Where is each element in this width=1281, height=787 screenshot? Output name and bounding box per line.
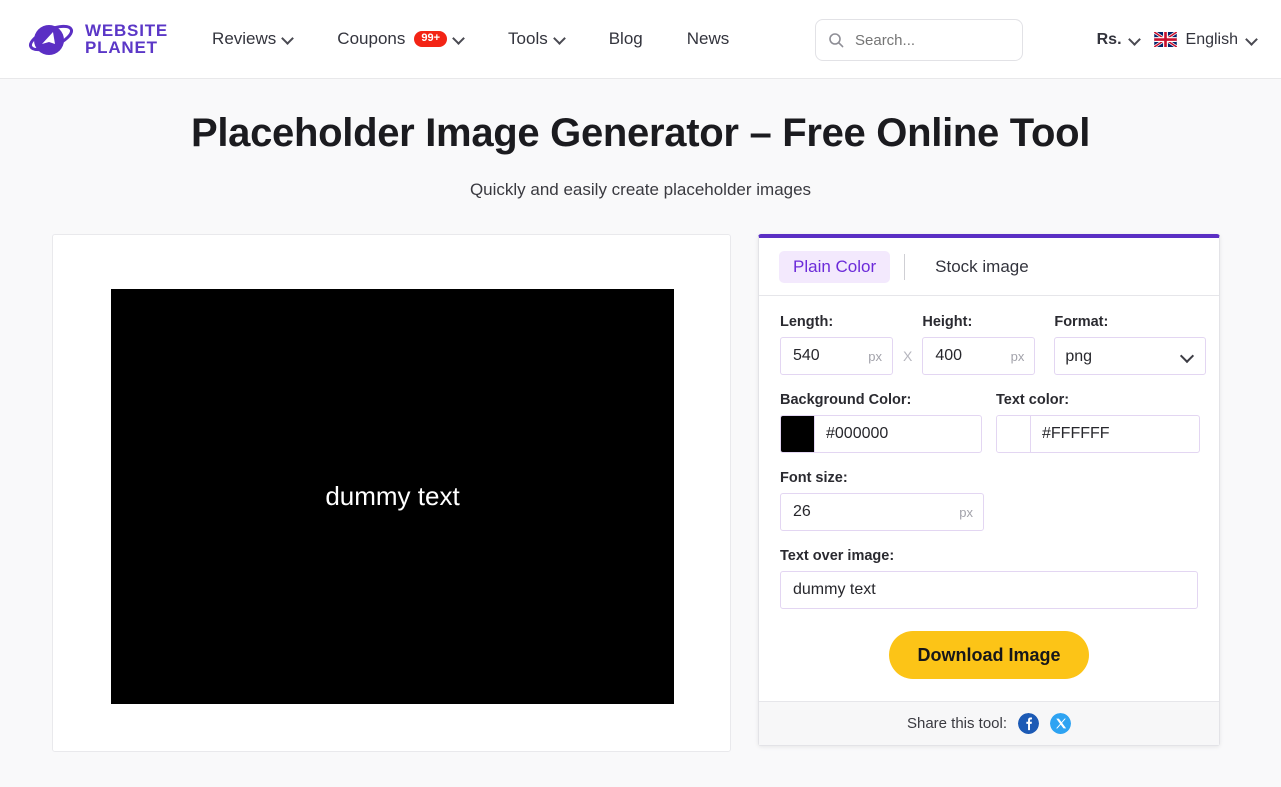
- length-input[interactable]: [791, 346, 863, 366]
- uk-flag-icon: [1153, 32, 1177, 47]
- height-group: Height: px: [922, 314, 1036, 375]
- font-size-unit: px: [959, 504, 973, 520]
- text-over-image-input[interactable]: [791, 580, 1187, 600]
- height-label: Height:: [922, 314, 973, 330]
- panel-body: Length: px X Height: px Format:: [759, 296, 1219, 701]
- search-input[interactable]: [853, 30, 1003, 50]
- background-color-group: Background Color:: [780, 392, 982, 453]
- main-nav: Reviews Coupons 99+ Tools Blog News: [212, 29, 751, 49]
- currency-selector[interactable]: Rs.: [1097, 31, 1154, 49]
- nav-item-tools[interactable]: Tools: [486, 29, 587, 49]
- nav-item-blog[interactable]: Blog: [587, 29, 665, 49]
- dimension-separator: X: [903, 348, 913, 364]
- language-selector[interactable]: English: [1153, 30, 1257, 49]
- page-subtitle: Quickly and easily create placeholder im…: [469, 180, 812, 199]
- x-twitter-icon[interactable]: [1050, 713, 1072, 734]
- planet-logo-icon: [28, 24, 74, 55]
- format-select[interactable]: png: [1054, 337, 1207, 375]
- share-bar: Share this tool:: [759, 701, 1219, 745]
- logo-line-2: PLANET: [85, 38, 158, 57]
- colors-row: Background Color: Text color:: [780, 392, 1200, 453]
- text-color-field[interactable]: [996, 415, 1200, 453]
- font-size-input-wrap[interactable]: px: [780, 493, 984, 531]
- height-input-wrap[interactable]: px: [922, 337, 1036, 375]
- nav-label-tools: Tools: [508, 29, 548, 48]
- background-color-field[interactable]: [780, 415, 982, 453]
- text-over-image-group: Text over image:: [780, 548, 1198, 609]
- chevron-down-icon: [555, 34, 565, 44]
- format-group: Format: png: [1054, 314, 1207, 375]
- height-input[interactable]: [933, 346, 1005, 366]
- tab-stock-image[interactable]: Stock image: [921, 251, 1043, 283]
- nav-label-blog: Blog: [608, 29, 643, 48]
- length-input-wrap[interactable]: px: [780, 337, 893, 375]
- preview-text: dummy text: [325, 481, 460, 511]
- generator-panel: Plain Color Stock image Length: px X Hei…: [758, 234, 1220, 746]
- font-size-label: Font size:: [780, 470, 848, 486]
- length-unit: px: [868, 348, 882, 364]
- logo-wordmark: WEBSITE PLANET: [85, 20, 169, 57]
- image-preview-card: dummy text: [52, 234, 731, 752]
- search-icon: [829, 33, 844, 48]
- nav-label-reviews: Reviews: [212, 29, 277, 48]
- nav-item-news[interactable]: News: [665, 29, 752, 49]
- text-color-group: Text color:: [996, 392, 1200, 453]
- text-over-image-label: Text over image:: [780, 548, 895, 564]
- length-group: Length: px: [780, 314, 893, 375]
- text-color-input[interactable]: [1031, 416, 1199, 452]
- background-color-swatch[interactable]: [781, 416, 815, 452]
- facebook-icon[interactable]: [1018, 713, 1040, 734]
- chevron-down-icon: [1247, 35, 1257, 45]
- font-size-group: Font size: px: [780, 470, 1198, 531]
- panel-tabs: Plain Color Stock image: [759, 238, 1219, 296]
- chevron-down-icon: [1130, 35, 1140, 45]
- site-header: WEBSITE PLANET Reviews Coupons 99+ Tools…: [0, 0, 1281, 79]
- download-image-button[interactable]: Download Image: [889, 631, 1089, 679]
- chevron-down-icon: [283, 34, 293, 44]
- nav-label-news: News: [686, 29, 730, 48]
- text-color-label: Text color:: [996, 392, 1070, 408]
- length-label: Length:: [780, 314, 834, 330]
- nav-label-coupons: Coupons: [337, 29, 406, 48]
- logo-line-1: WEBSITE: [85, 20, 169, 40]
- nav-item-coupons[interactable]: Coupons 99+: [315, 29, 486, 49]
- hero-section: Placeholder Image Generator – Free Onlin…: [0, 79, 1281, 200]
- tab-divider: [904, 254, 906, 280]
- currency-label: Rs.: [1096, 30, 1122, 48]
- download-button-row: Download Image: [780, 631, 1198, 679]
- font-size-input[interactable]: [791, 502, 954, 522]
- background-color-input[interactable]: [815, 416, 981, 452]
- share-label: Share this tool:: [906, 715, 1008, 732]
- language-label: English: [1185, 30, 1238, 48]
- text-over-image-input-wrap[interactable]: [780, 571, 1198, 609]
- nav-item-reviews[interactable]: Reviews: [212, 29, 315, 49]
- height-unit: px: [1010, 348, 1025, 364]
- search-box[interactable]: [815, 19, 1023, 61]
- chevron-down-icon: [454, 34, 464, 44]
- text-color-swatch[interactable]: [997, 416, 1031, 452]
- background-color-label: Background Color:: [780, 392, 912, 408]
- site-logo[interactable]: WEBSITE PLANET: [28, 18, 168, 60]
- generated-image-preview: dummy text: [111, 289, 674, 704]
- main-content: dummy text Plain Color Stock image Lengt…: [0, 200, 1281, 752]
- coupons-count-badge: 99+: [414, 31, 448, 47]
- format-label: Format:: [1054, 314, 1109, 330]
- page-title: Placeholder Image Generator – Free Onlin…: [190, 111, 1091, 155]
- tab-plain-color[interactable]: Plain Color: [779, 251, 891, 283]
- dimensions-row: Length: px X Height: px Format:: [780, 314, 1207, 375]
- format-select-wrap[interactable]: png: [1054, 337, 1207, 375]
- header-right-nav: Rs. English: [1097, 0, 1257, 79]
